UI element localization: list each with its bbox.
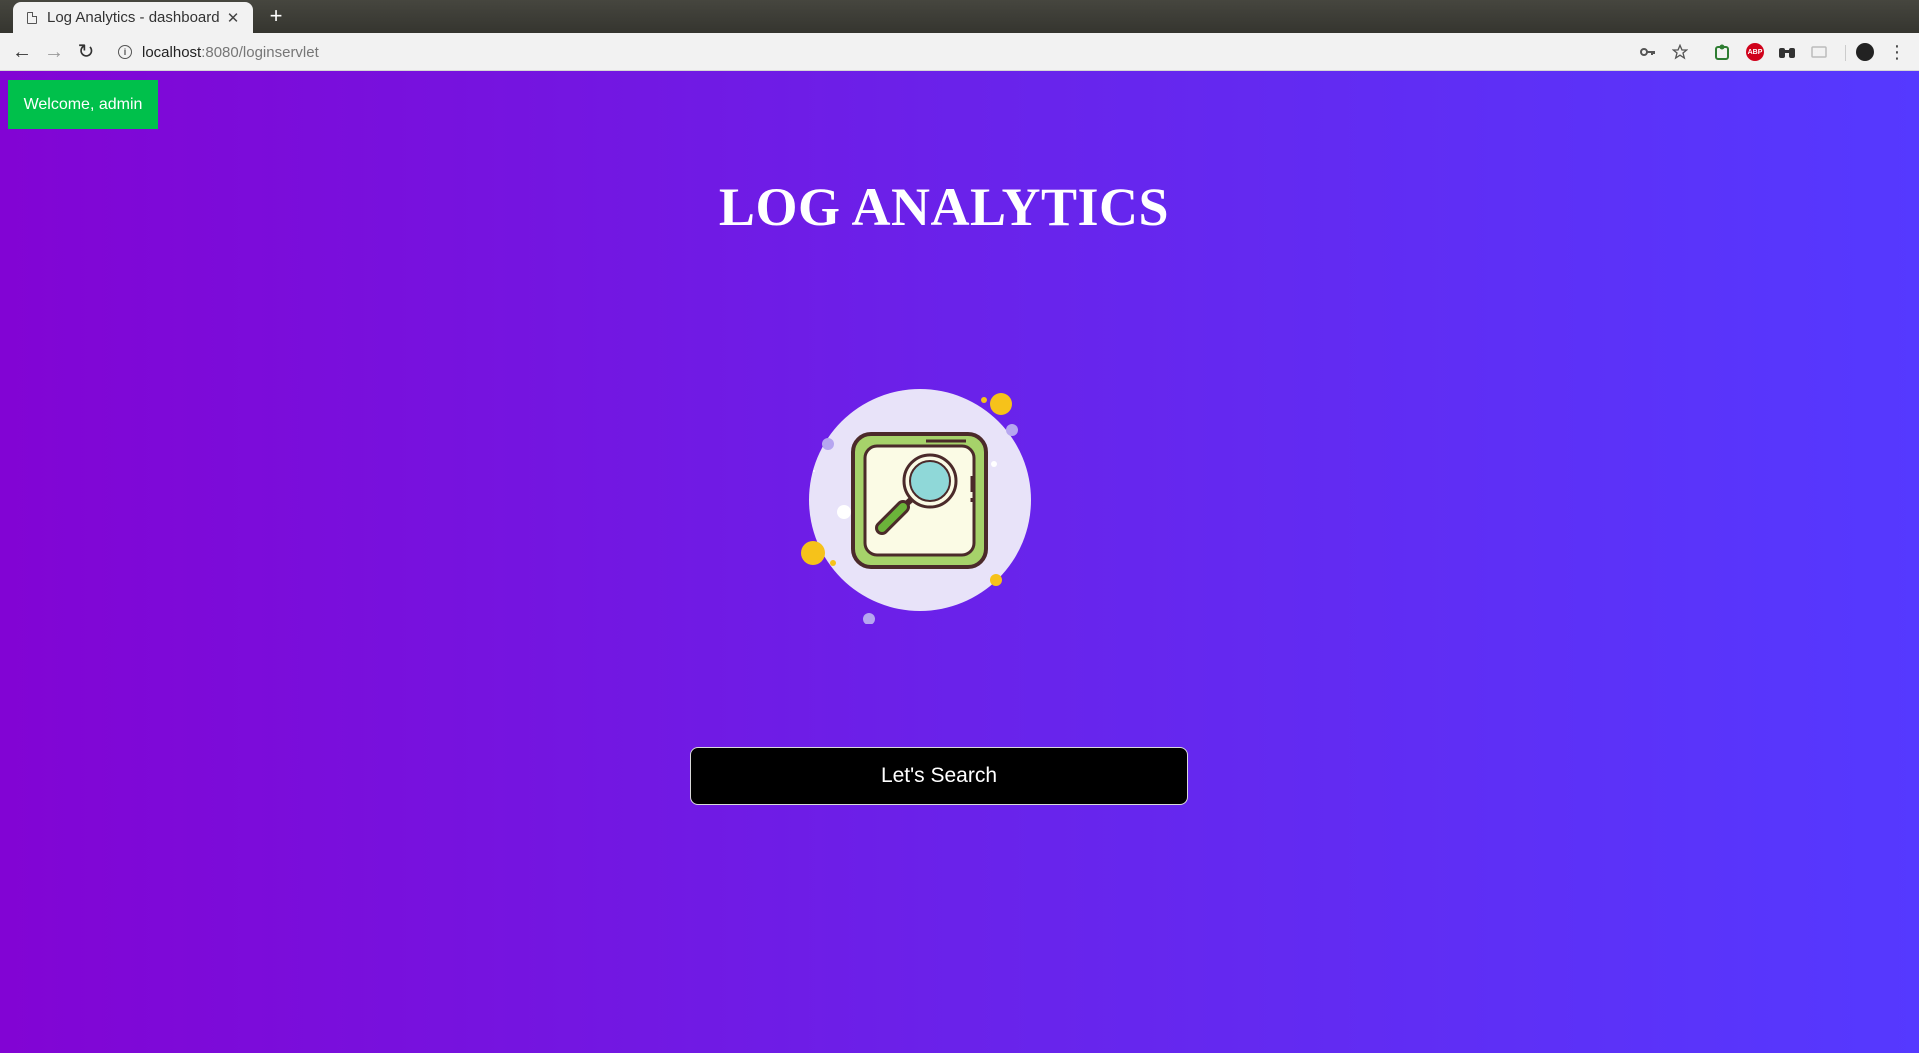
binoculars-icon[interactable] (1777, 42, 1797, 62)
welcome-badge[interactable]: Welcome, admin (8, 80, 158, 129)
page-title: LOG ANALYTICS (718, 177, 1170, 237)
toolbar-separator (1845, 45, 1846, 61)
site-info-icon[interactable]: i (118, 45, 132, 59)
avatar (1856, 43, 1874, 61)
extension-icon[interactable] (1712, 42, 1732, 62)
tab-close-icon[interactable]: ✕ (225, 9, 241, 27)
url-host: localhost (142, 43, 202, 61)
menu-icon[interactable]: ⋮ (1887, 42, 1907, 62)
adblock-icon[interactable]: ABP (1745, 42, 1765, 62)
lets-search-button[interactable]: Let's Search (690, 747, 1188, 805)
browser-tab-bar: Log Analytics - dashboard ✕ + (0, 0, 1919, 33)
forward-button[interactable]: → (42, 40, 66, 64)
address-bar[interactable]: i localhost:8080/loginservlet (110, 37, 1650, 67)
tab-title: Log Analytics - dashboard (47, 9, 220, 26)
profile-avatar[interactable] (1855, 42, 1875, 62)
url-path: :8080/loginservlet (201, 43, 319, 61)
browser-tab[interactable]: Log Analytics - dashboard ✕ (13, 2, 253, 33)
search-illustration-icon (801, 389, 1031, 624)
cast-icon[interactable] (1809, 42, 1829, 62)
key-icon[interactable] (1638, 42, 1658, 62)
star-icon[interactable] (1670, 42, 1690, 62)
new-tab-button[interactable]: + (266, 4, 286, 28)
page-icon (27, 11, 37, 24)
back-button[interactable]: ← (10, 40, 34, 64)
url-text[interactable]: localhost:8080/loginservlet (142, 44, 319, 61)
browser-toolbar: ← → ↻ i localhost:8080/loginservlet ABP … (0, 33, 1919, 71)
dashboard-page: Welcome, admin LOG ANALYTICS Let's Searc… (0, 71, 1919, 1053)
reload-button[interactable]: ↻ (74, 40, 98, 64)
